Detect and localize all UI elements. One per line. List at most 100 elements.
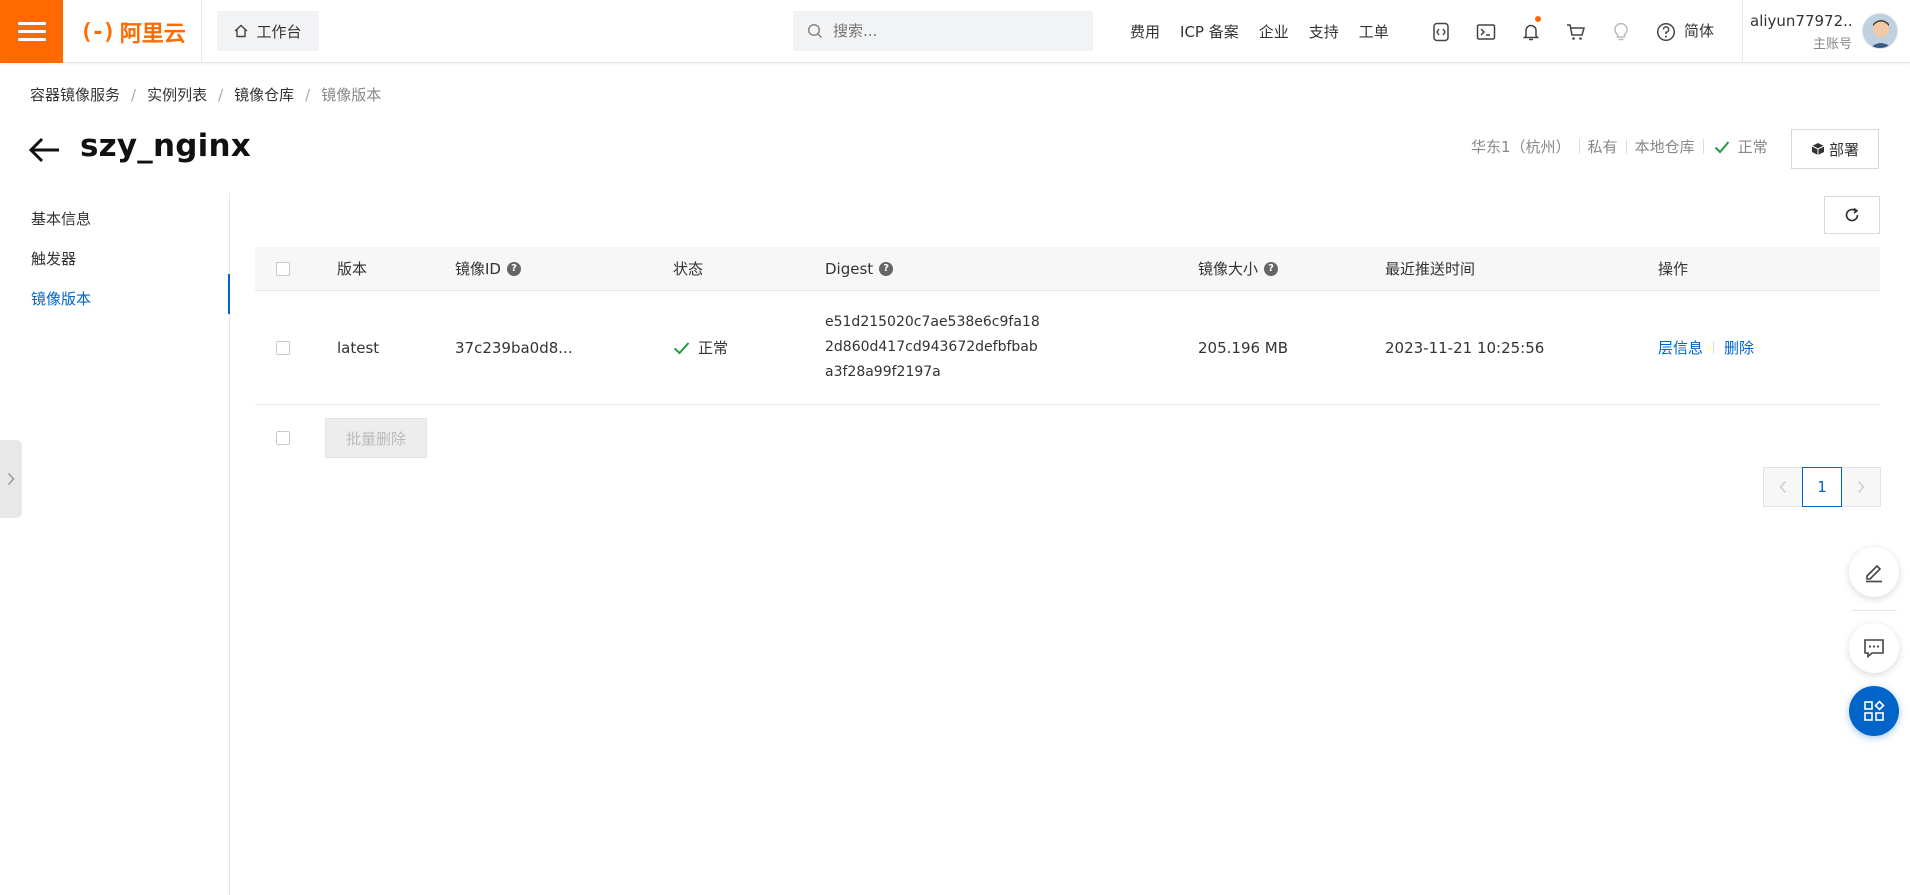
breadcrumb: 容器镜像服务 / 实例列表 / 镜像仓库 / 镜像版本	[30, 84, 381, 105]
divider	[1713, 341, 1715, 354]
user-info[interactable]: aliyun77972... 主账号	[1750, 12, 1852, 52]
pencil-icon	[1866, 564, 1882, 583]
cell-status: 正常	[673, 291, 728, 404]
delete-link[interactable]: 删除	[1724, 337, 1754, 358]
subnav-item-image-versions[interactable]: 镜像版本	[31, 288, 91, 309]
help-icon[interactable]: ?	[879, 261, 894, 276]
logo-mark: (-)	[80, 19, 116, 45]
pagination: 1	[1763, 467, 1881, 507]
link-support[interactable]: 支持	[1299, 21, 1349, 42]
column-operations: 操作	[1658, 260, 1689, 278]
chevron-left-icon	[1779, 480, 1787, 494]
layer-info-link[interactable]: 层信息	[1658, 337, 1703, 358]
avatar[interactable]	[1862, 13, 1898, 49]
link-icp[interactable]: ICP 备案	[1170, 21, 1249, 42]
visibility-label: 私有	[1587, 138, 1618, 156]
divider	[201, 0, 202, 63]
refresh-icon	[1845, 207, 1859, 222]
breadcrumb-item[interactable]: 实例列表	[147, 84, 207, 105]
search-box[interactable]	[793, 11, 1093, 51]
select-all-checkbox[interactable]	[276, 261, 290, 276]
workbench-label: 工作台	[256, 22, 302, 41]
language-switch[interactable]: 简体	[1684, 0, 1714, 63]
hamburger-menu-button[interactable]	[0, 0, 63, 63]
cell-version: latest	[337, 338, 380, 357]
column-image-id-label: 镜像ID	[455, 260, 501, 278]
check-icon	[673, 341, 690, 354]
cart-icon[interactable]	[1553, 0, 1598, 63]
notification-dot	[1535, 16, 1541, 22]
column-size-label: 镜像大小	[1198, 260, 1259, 278]
divider	[1851, 610, 1897, 611]
column-version: 版本	[337, 260, 368, 278]
column-size: 镜像大小 ?	[1198, 247, 1279, 290]
repo-meta: 华东1（杭州） 私有 本地仓库 正常	[1463, 136, 1768, 157]
help-icon[interactable]: ?	[1264, 261, 1279, 276]
search-icon	[807, 23, 823, 39]
next-page-button[interactable]	[1841, 467, 1881, 507]
column-digest: Digest ?	[825, 247, 894, 290]
home-icon	[235, 24, 248, 38]
cell-image-id: 37c239ba0d8...	[455, 338, 573, 357]
chevron-right-icon	[1857, 480, 1865, 494]
image-version-table: 版本 镜像ID ? 状态 Digest ? 镜像大小 ? 最近推送时间 操作 l…	[255, 247, 1880, 405]
prev-page-button[interactable]	[1763, 467, 1803, 507]
cell-size: 205.196 MB	[1198, 338, 1289, 357]
digest-line: a3f28a99f2197a	[825, 364, 941, 380]
deploy-button[interactable]: 部署	[1791, 129, 1879, 169]
apps-button[interactable]	[1849, 686, 1899, 736]
cell-pushed-time: 2023-11-21 10:25:56	[1385, 338, 1545, 357]
chevron-right-icon	[7, 472, 15, 486]
terminal-icon[interactable]	[1463, 0, 1508, 63]
workbench-button[interactable]: 工作台	[217, 11, 319, 51]
user-role: 主账号	[1812, 37, 1852, 52]
batch-actions: 批量删除	[255, 418, 427, 458]
column-digest-label: Digest	[825, 259, 874, 278]
chat-icon	[1864, 639, 1884, 659]
feedback-edit-button[interactable]	[1849, 547, 1899, 597]
column-image-id: 镜像ID ?	[455, 247, 521, 290]
status-badge: 正常	[1704, 136, 1768, 157]
link-ticket[interactable]: 工单	[1349, 21, 1399, 42]
refresh-button[interactable]	[1824, 196, 1880, 234]
divider	[1742, 0, 1743, 63]
lightbulb-icon[interactable]	[1598, 0, 1643, 63]
chat-button[interactable]	[1849, 623, 1899, 673]
link-fees[interactable]: 费用	[1120, 21, 1170, 42]
page-title: szy_nginx	[80, 128, 251, 164]
aliyun-logo[interactable]: (-) 阿里云	[80, 17, 186, 48]
region-label: 华东1（杭州）	[1471, 138, 1571, 156]
status-text: 正常	[698, 339, 729, 357]
deploy-label: 部署	[1828, 140, 1859, 159]
row-checkbox[interactable]	[276, 340, 290, 355]
cube-icon	[1811, 143, 1825, 155]
username: aliyun77972...	[1750, 12, 1852, 30]
search-input[interactable]	[833, 22, 1073, 40]
breadcrumb-item[interactable]: 容器镜像服务	[30, 84, 120, 105]
sub-navigation: 基本信息 触发器 镜像版本	[0, 193, 230, 895]
sidebar-expand-handle[interactable]	[0, 440, 22, 518]
check-icon	[1714, 140, 1729, 153]
subnav-item-triggers[interactable]: 触发器	[31, 248, 76, 269]
repo-type-label: 本地仓库	[1634, 138, 1695, 156]
back-arrow-icon[interactable]	[28, 135, 64, 165]
status-text: 正常	[1737, 138, 1768, 156]
batch-delete-button[interactable]: 批量删除	[325, 418, 427, 458]
subnav-item-basic-info[interactable]: 基本信息	[31, 208, 91, 229]
page-number-current[interactable]: 1	[1802, 467, 1842, 507]
top-navigation-bar: (-) 阿里云 工作台 费用 ICP 备案 企业 支持 工单	[0, 0, 1910, 63]
help-icon[interactable]: ?	[506, 261, 521, 276]
bell-icon[interactable]	[1508, 0, 1553, 63]
column-pushed-time: 最近推送时间	[1385, 260, 1476, 278]
breadcrumb-item[interactable]: 镜像仓库	[234, 84, 294, 105]
code-icon[interactable]	[1418, 0, 1463, 63]
link-enterprise[interactable]: 企业	[1249, 21, 1299, 42]
cell-digest: e51d215020c7ae538e6c9fa18 2d860d417cd943…	[825, 291, 1040, 404]
column-status: 状态	[673, 260, 704, 278]
batch-select-checkbox[interactable]	[276, 431, 290, 445]
table-row: latest 37c239ba0d8... 正常 e51d215020c7ae5…	[255, 291, 1880, 405]
help-icon[interactable]	[1643, 0, 1688, 63]
top-icon-group	[1418, 0, 1688, 63]
breadcrumb-separator: /	[305, 85, 311, 104]
active-indicator	[228, 274, 230, 314]
